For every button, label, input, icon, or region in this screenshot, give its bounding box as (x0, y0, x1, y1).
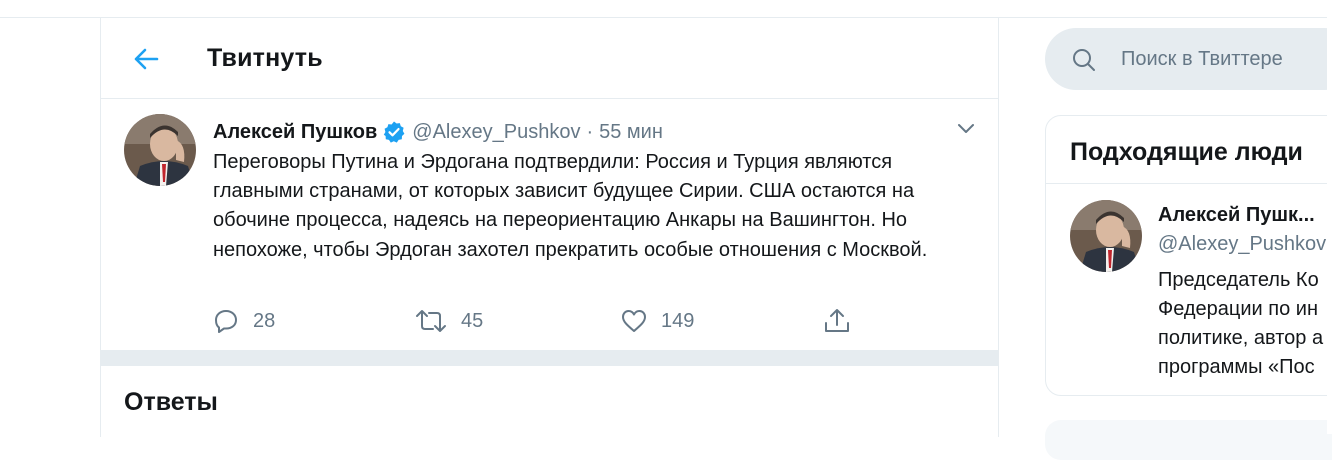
back-button[interactable] (125, 39, 165, 79)
tweet-header: Алексей Пушков @Alexey_Pushkov · 55 мин (213, 118, 663, 146)
chevron-down-icon (958, 124, 974, 133)
retweet-button[interactable]: 45 (415, 306, 483, 336)
page-title: Твитнуть (207, 44, 323, 72)
replies-heading: Ответы (124, 388, 218, 416)
separator-dot: · (586, 120, 594, 143)
card-title: Подходящие люди (1070, 138, 1303, 166)
section-divider (101, 350, 999, 366)
suggestion-avatar[interactable] (1070, 200, 1142, 272)
search-icon (1073, 49, 1095, 71)
author-name[interactable]: Алексей Пушков (213, 121, 377, 144)
share-button[interactable] (823, 306, 851, 336)
search-input[interactable] (1121, 44, 1332, 74)
card-divider (1046, 183, 1332, 184)
suggestion-name[interactable]: Алексей Пушк... (1158, 204, 1315, 227)
trends-card (1045, 420, 1332, 460)
tweet[interactable]: Алексей Пушков @Alexey_Pushkov · 55 мин … (101, 100, 999, 350)
tweet-text: Переговоры Путина и Эрдогана подтвердили… (213, 151, 928, 261)
tweet-menu-button[interactable] (951, 114, 981, 144)
author-handle[interactable]: @Alexey_Pushkov (412, 121, 580, 144)
who-to-follow-card: Подходящие люди Алексей Пушк... @Alexey_… (1045, 115, 1332, 396)
scrollbar[interactable] (1327, 0, 1332, 434)
reply-button[interactable]: 28 (213, 306, 275, 336)
retweet-icon (416, 310, 446, 332)
reply-count: 28 (253, 309, 276, 332)
share-icon (825, 309, 849, 332)
tweet-actions: 28 45 149 (213, 306, 913, 336)
like-icon (622, 310, 646, 332)
main-column: Твитнуть Алексей Пушков @Alexey_Pushkov … (100, 17, 999, 437)
suggestion-bio: Председатель Ко Федерации по ин политике… (1158, 269, 1324, 378)
verified-badge-icon (382, 120, 406, 144)
page-header: Твитнуть (101, 17, 999, 99)
search-box[interactable] (1045, 28, 1332, 90)
reply-icon (215, 310, 237, 333)
like-count: 149 (661, 309, 695, 332)
like-button[interactable]: 149 (621, 306, 694, 336)
retweet-count: 45 (461, 309, 484, 332)
tweet-time[interactable]: 55 мин (599, 121, 663, 144)
suggestion-handle[interactable]: @Alexey_Pushkov (1158, 233, 1326, 256)
back-arrow-icon (134, 48, 159, 70)
avatar[interactable] (124, 114, 196, 186)
